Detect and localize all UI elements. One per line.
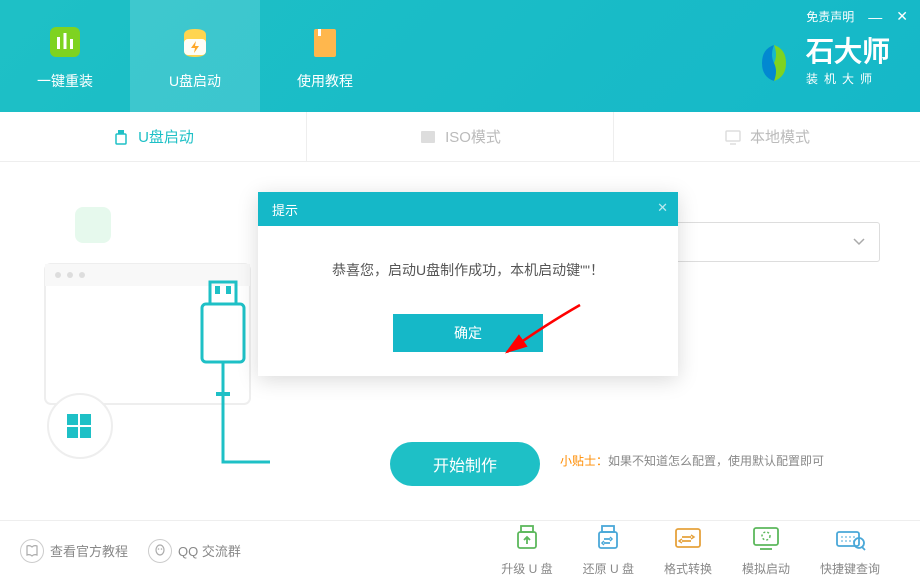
modal-ok-button[interactable]: 确定	[393, 314, 543, 352]
monitor-icon	[724, 128, 742, 146]
usb-boot-icon	[174, 21, 216, 63]
action-simulate[interactable]: 模拟启动	[742, 524, 790, 577]
sub-tab-usb[interactable]: U盘启动	[0, 112, 307, 161]
sub-tab-local[interactable]: 本地模式	[614, 112, 920, 161]
window-controls: 免责声明 — ✕	[806, 8, 908, 25]
illustration	[30, 192, 290, 492]
sub-tab-label: ISO模式	[445, 126, 501, 147]
sub-tab-label: U盘启动	[138, 126, 194, 147]
tab-label: 使用教程	[297, 71, 353, 91]
action-restore[interactable]: 还原 U 盘	[583, 524, 634, 577]
chevron-down-icon	[853, 238, 865, 246]
minimize-button[interactable]: —	[868, 9, 882, 25]
simulate-icon	[749, 524, 783, 554]
modal-header: 提示 ✕	[258, 192, 678, 226]
restore-icon	[591, 524, 625, 554]
tab-tutorial[interactable]: 使用教程	[260, 0, 390, 112]
logo-icon	[752, 41, 796, 85]
nav-tabs: 一键重装 U盘启动 使用教程	[0, 0, 390, 112]
convert-icon	[671, 524, 705, 554]
modal-message: 恭喜您，启动U盘制作成功，本机启动键""！	[258, 226, 678, 314]
brand-subtitle: 装机大师	[806, 70, 890, 87]
action-upgrade[interactable]: 升级 U 盘	[501, 524, 552, 577]
modal-close-button[interactable]: ✕	[657, 200, 668, 216]
iso-icon	[419, 128, 437, 146]
logo-area: 石大师 装机大师	[752, 38, 890, 87]
brand-title: 石大师	[806, 38, 890, 66]
qq-link[interactable]: QQ 交流群	[148, 539, 241, 563]
tab-label: 一键重装	[37, 71, 93, 91]
tab-reinstall[interactable]: 一键重装	[0, 0, 130, 112]
qq-icon	[148, 539, 172, 563]
sub-tab-iso[interactable]: ISO模式	[307, 112, 614, 161]
action-convert[interactable]: 格式转换	[664, 524, 712, 577]
footer: 查看官方教程 QQ 交流群 升级 U 盘 还原 U 盘 格式转换 模拟启动 快捷…	[0, 520, 920, 580]
tab-usb-boot[interactable]: U盘启动	[130, 0, 260, 112]
sub-tab-label: 本地模式	[750, 126, 810, 147]
upgrade-icon	[510, 524, 544, 554]
modal-title: 提示	[272, 200, 298, 219]
tutorial-link[interactable]: 查看官方教程	[20, 539, 128, 563]
tab-label: U盘启动	[169, 71, 221, 91]
action-shortcut[interactable]: 快捷键查询	[820, 524, 880, 577]
tutorial-icon	[304, 21, 346, 63]
close-button[interactable]: ✕	[896, 8, 908, 25]
shortcut-icon	[833, 524, 867, 554]
sub-tabs: U盘启动 ISO模式 本地模式	[0, 112, 920, 162]
usb-icon	[112, 128, 130, 146]
reinstall-icon	[44, 21, 86, 63]
start-make-button[interactable]: 开始制作	[390, 442, 540, 486]
tip-text: 小贴士：如果不知道怎么配置，使用默认配置即可	[560, 452, 824, 469]
disclaimer-link[interactable]: 免责声明	[806, 8, 854, 25]
book-icon	[20, 539, 44, 563]
modal-dialog: 提示 ✕ 恭喜您，启动U盘制作成功，本机启动键""！ 确定	[258, 192, 678, 376]
header: 一键重装 U盘启动 使用教程 石大师 装机大师 免责声明 — ✕	[0, 0, 920, 112]
